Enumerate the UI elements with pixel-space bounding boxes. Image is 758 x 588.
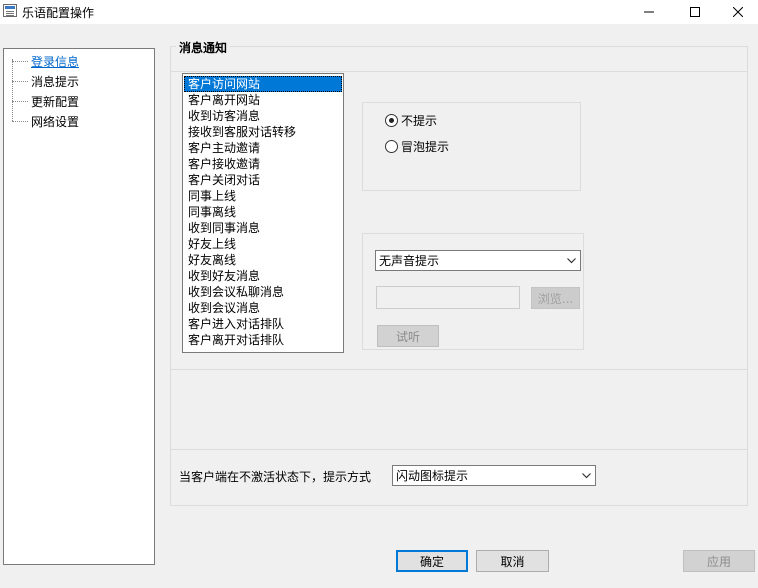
tree-item-label: 消息提示 [31,74,80,89]
apply-button[interactable]: 应用 [683,550,755,572]
event-list[interactable]: 客户访问网站 客户离开网站 收到访客消息 接收到客服对话转移 客户主动邀请 客户… [182,73,344,353]
app-icon [3,4,17,17]
list-item[interactable]: 客户主动邀请 [183,140,343,156]
tree-connector [12,100,28,102]
tree-item-label: 更新配置 [31,94,80,109]
tree-connector [12,120,28,122]
tree-item-label: 网络设置 [31,114,80,129]
radio-label: 不提示 [401,113,438,128]
close-icon [733,7,743,17]
divider [170,71,748,72]
list-item[interactable]: 好友离线 [183,252,343,268]
radio-no-notify[interactable]: 不提示 [385,111,437,129]
minimize-button[interactable] [626,0,672,24]
radio-bubble-notify[interactable]: 冒泡提示 [385,137,449,155]
tree-connector [12,60,28,62]
tree-item-network-settings[interactable]: 网络设置 [12,113,79,129]
minimize-icon [644,11,654,13]
list-item[interactable]: 收到访客消息 [183,108,343,124]
inactive-notify-select[interactable]: 闪动图标提示 [392,465,596,486]
ok-button[interactable]: 确定 [396,550,468,572]
cancel-button[interactable]: 取消 [476,550,549,572]
maximize-button[interactable] [672,0,718,24]
divider [170,369,748,370]
list-item[interactable]: 客户进入对话排队 [183,316,343,332]
list-item[interactable]: 收到会议消息 [183,300,343,316]
tree-item-message-notify[interactable]: 消息提示 [12,73,79,89]
list-item[interactable]: 接收到客服对话转移 [183,124,343,140]
listen-button[interactable]: 试听 [377,325,439,347]
list-item[interactable]: 收到好友消息 [183,268,343,284]
list-item[interactable]: 客户访问网站 [184,76,342,92]
tree-item-label: 登录信息 [31,54,80,69]
inactive-notify-label: 当客户端在不激活状态下，提示方式 [179,470,372,484]
sound-file-field[interactable] [376,286,520,309]
list-item[interactable]: 客户离开对话排队 [183,332,343,348]
sound-select-value: 无声音提示 [379,254,440,268]
radio-label: 冒泡提示 [401,139,450,154]
chevron-down-icon [577,466,595,485]
sound-select[interactable]: 无声音提示 [375,250,581,271]
list-item[interactable]: 客户接收邀请 [183,156,343,172]
settings-tree: 登录信息 消息提示 更新配置 网络设置 [3,48,155,565]
list-item[interactable]: 同事上线 [183,188,343,204]
window-title: 乐语配置操作 [22,6,95,20]
radio-checked-icon [385,113,398,127]
list-item[interactable]: 客户离开网站 [183,92,343,108]
tree-item-login-info[interactable]: 登录信息 [12,53,79,69]
tree-connector [12,80,28,82]
close-button[interactable] [718,0,758,24]
inactive-notify-value: 闪动图标提示 [396,469,469,483]
maximize-icon [690,7,700,17]
list-item[interactable]: 好友上线 [183,236,343,252]
tree-item-update-config[interactable]: 更新配置 [12,93,79,109]
list-item[interactable]: 收到会议私聊消息 [183,284,343,300]
radio-unchecked-icon [385,139,398,153]
list-item[interactable]: 同事离线 [183,204,343,220]
divider [170,449,748,450]
list-item[interactable]: 客户关闭对话 [183,172,343,188]
chevron-down-icon [562,251,580,270]
group-title: 消息通知 [176,39,231,56]
browse-button[interactable]: 浏览... [531,287,580,309]
list-item[interactable]: 收到同事消息 [183,220,343,236]
